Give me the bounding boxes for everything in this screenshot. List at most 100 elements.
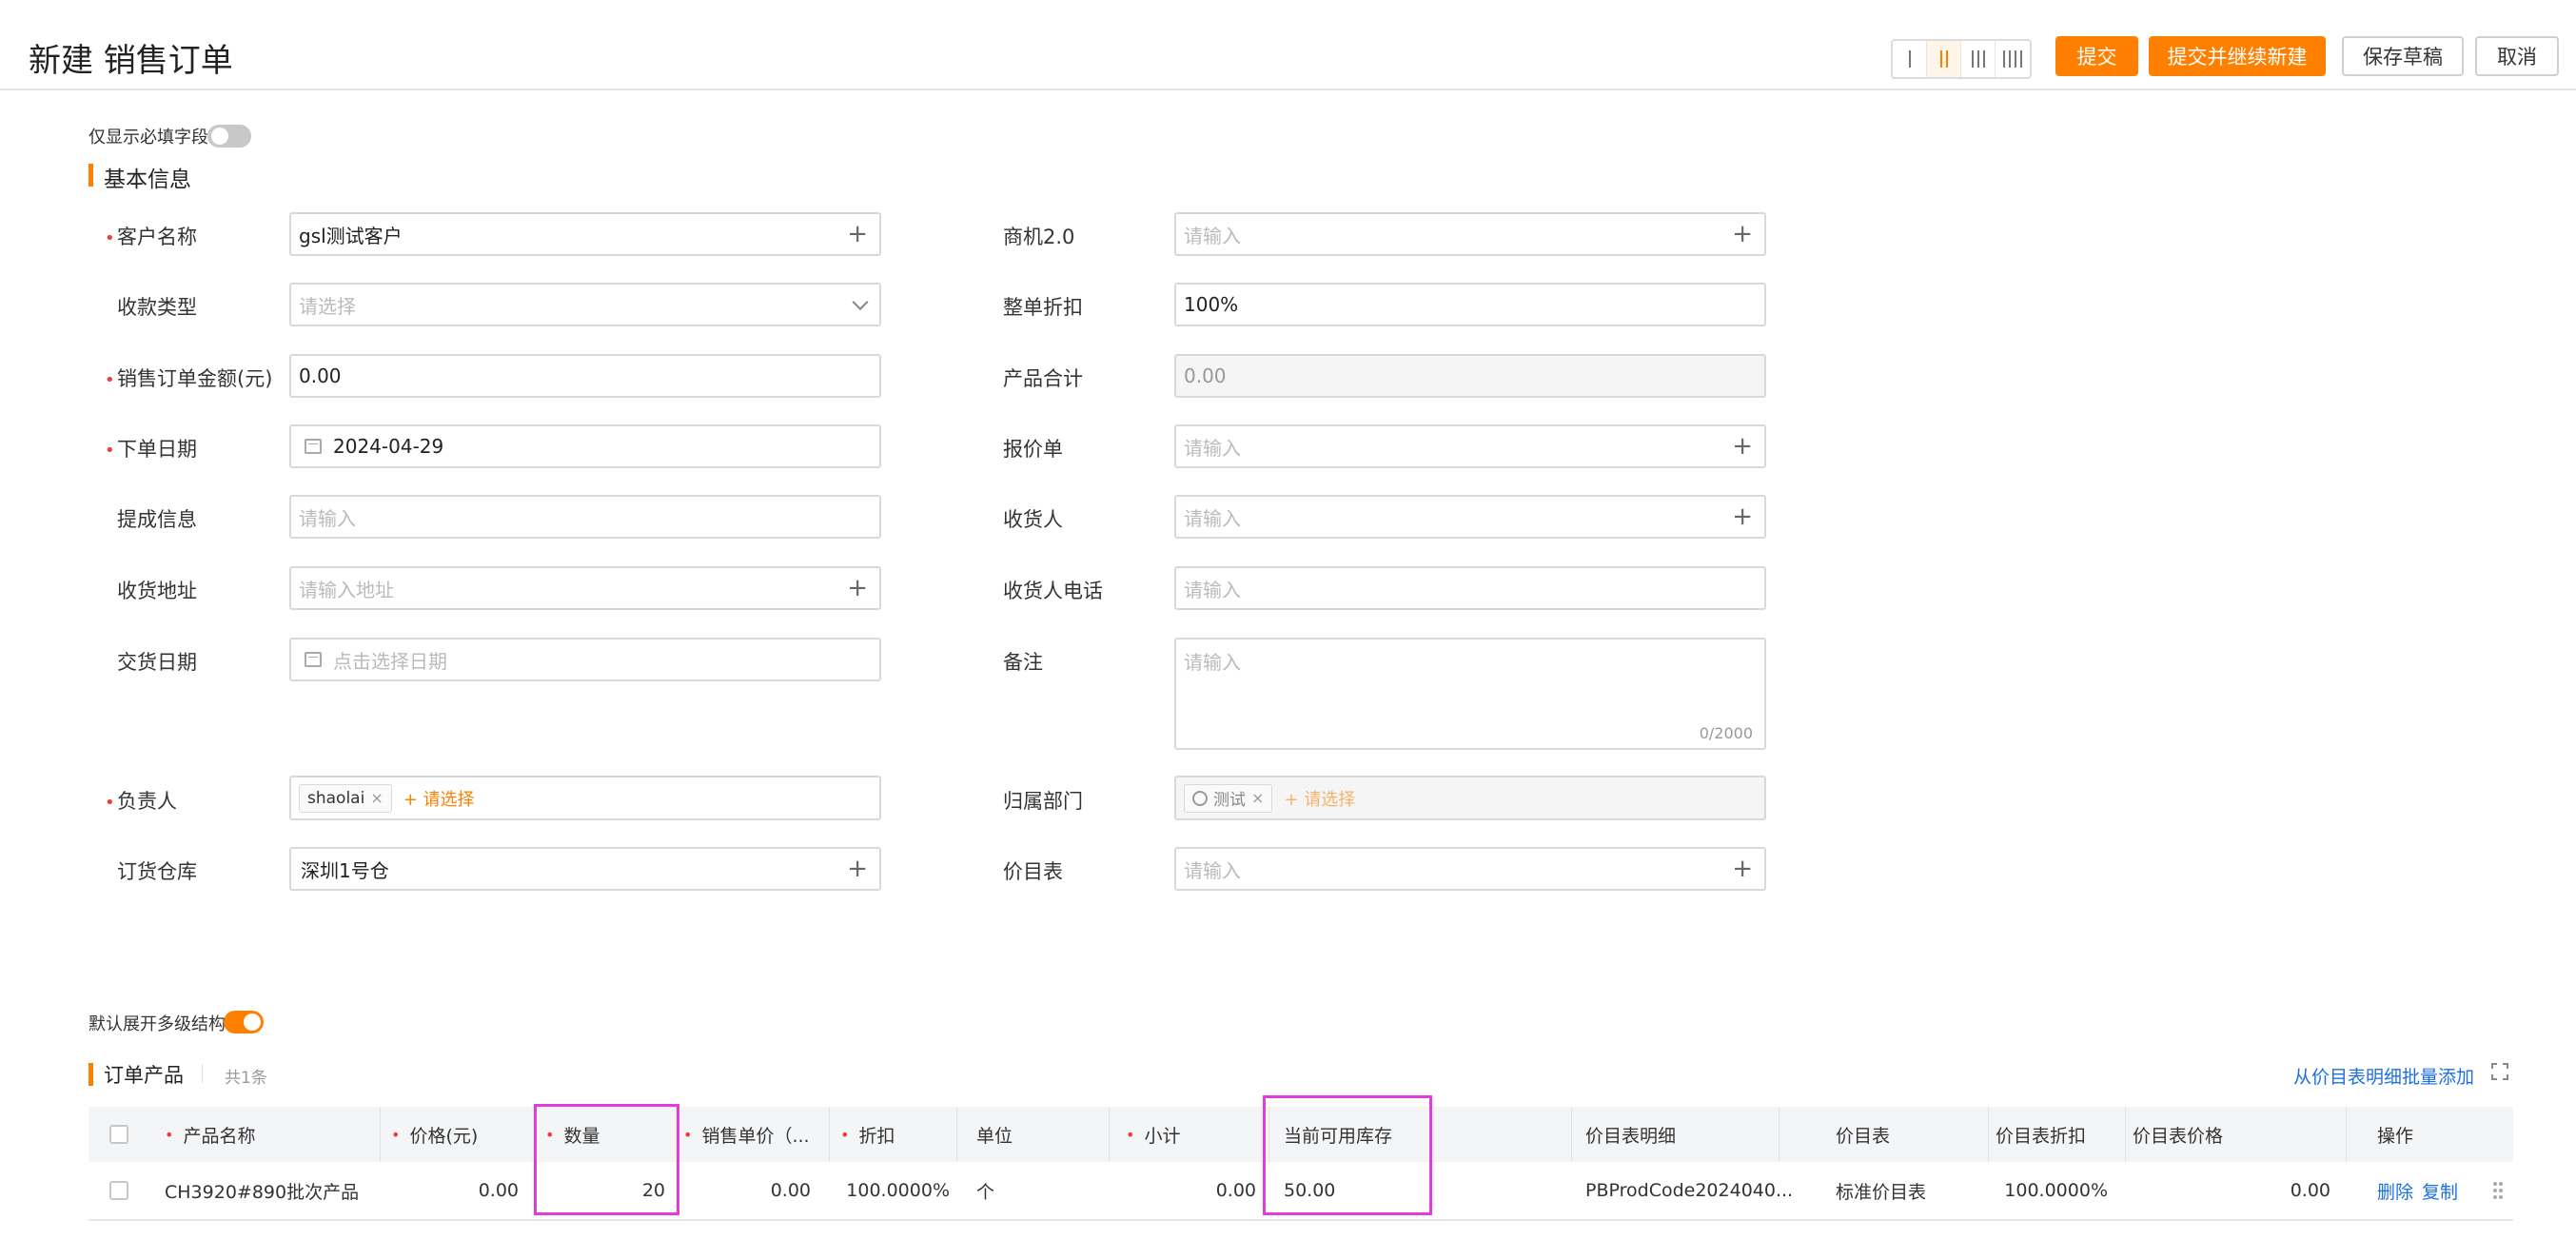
receiver-phone-placeholder: 请输入	[1184, 578, 1241, 601]
save-draft-button[interactable]: 保存草稿	[2342, 36, 2464, 76]
delivery-date-picker[interactable]: 点击选择日期	[289, 638, 881, 681]
multi-level-label: 默认展开多级结构	[88, 1014, 226, 1034]
col-divider	[2125, 1107, 2126, 1162]
discount-label: 整单折扣	[1003, 296, 1083, 319]
warehouse-label: 订货仓库	[117, 860, 197, 883]
opportunity-label: 商机2.0	[1003, 226, 1075, 248]
stock-highlight-box	[1263, 1095, 1432, 1215]
submit-button[interactable]: 提交	[2055, 36, 2138, 76]
products-title: 订单产品	[104, 1064, 184, 1087]
customer-label: 客户名称	[117, 226, 197, 248]
price-book-placeholder: 请输入	[1184, 858, 1241, 882]
multi-level-toggle[interactable]	[224, 1011, 264, 1033]
discount-value: 100%	[1184, 293, 1239, 316]
remark-textarea[interactable]: 请输入 0/2000	[1174, 638, 1766, 750]
select-all-cell	[109, 1107, 128, 1162]
receiver-phone-input[interactable]: 请输入	[1174, 566, 1766, 610]
qty-highlight-box	[534, 1104, 679, 1215]
payment-type-placeholder: 请选择	[299, 294, 356, 318]
ship-address-input[interactable]: 请输入地址 +	[289, 566, 881, 610]
row-checkbox[interactable]	[109, 1181, 128, 1200]
payment-type-select[interactable]: 请选择	[289, 283, 881, 326]
col-divider	[2346, 1107, 2347, 1162]
department-input: 测试 × + 请选择	[1174, 776, 1766, 820]
receiver-placeholder: 请输入	[1184, 506, 1241, 530]
divider	[202, 1064, 203, 1083]
plus-icon[interactable]: +	[1732, 504, 1753, 529]
col-name-label: 产品名称	[183, 1125, 256, 1147]
plus-icon[interactable]: +	[1732, 856, 1753, 881]
required-mark: •	[105, 370, 115, 390]
page-title: 新建 销售订单	[29, 42, 233, 80]
commission-label: 提成信息	[117, 508, 197, 531]
only-required-label: 仅显示必填字段	[88, 128, 208, 148]
cell-pb-detail: PBProdCode2024040...	[1585, 1180, 1794, 1201]
order-amount-value: 0.00	[299, 364, 342, 387]
price-book-input[interactable]: 请输入 +	[1174, 847, 1766, 891]
close-icon: ×	[1251, 789, 1265, 807]
order-date-picker[interactable]: 2024-04-29	[289, 424, 881, 468]
plus-icon[interactable]: +	[1732, 222, 1753, 246]
section-marker	[88, 1063, 93, 1086]
quote-label: 报价单	[1003, 438, 1063, 461]
cell-name[interactable]: CH3920#890批次产品	[165, 1162, 359, 1219]
required-mark: •	[105, 793, 115, 813]
warehouse-value: 深圳1号仓	[301, 858, 389, 882]
commission-input[interactable]: 请输入	[289, 495, 881, 539]
cell-unit: 个	[976, 1181, 995, 1203]
plus-icon[interactable]: +	[847, 856, 868, 881]
col-pb-discount: 价目表折扣	[1996, 1107, 2086, 1162]
row-select-cell	[109, 1162, 128, 1219]
col-divider	[956, 1107, 957, 1162]
col-unit: 单位	[976, 1107, 1013, 1162]
col-divider	[1109, 1107, 1110, 1162]
customer-value: gsl测试客户	[299, 224, 403, 247]
row-delete-link[interactable]: 删除	[2377, 1162, 2413, 1219]
plus-icon[interactable]: +	[847, 576, 868, 600]
col-pb-label: 价目表	[1836, 1125, 1891, 1147]
order-amount-label: 销售订单金额(元)	[117, 367, 273, 390]
remark-counter: 0/2000	[1699, 724, 1753, 742]
col-divider	[1779, 1107, 1780, 1162]
col-divider	[380, 1107, 381, 1162]
cell-discount[interactable]: 100.0000%	[829, 1162, 950, 1219]
products-count: 共1条	[225, 1069, 267, 1088]
layout-3-column-button[interactable]	[1961, 41, 1996, 77]
owner-add-link[interactable]: + 请选择	[403, 786, 475, 811]
department-add-link: + 请选择	[1284, 789, 1356, 810]
layout-2-column-button[interactable]	[1927, 41, 1961, 77]
commission-placeholder: 请输入	[299, 506, 356, 530]
batch-add-link[interactable]: 从价目表明细批量添加	[2293, 1063, 2474, 1089]
close-icon[interactable]: ×	[370, 789, 383, 807]
plus-icon[interactable]: +	[847, 222, 868, 246]
customer-input[interactable]: gsl测试客户 +	[289, 212, 881, 256]
warehouse-input[interactable]: 深圳1号仓 +	[289, 847, 881, 891]
order-amount-input[interactable]: 0.00	[289, 354, 881, 398]
cell-price[interactable]: 0.00	[380, 1162, 519, 1219]
col-unit-price: • 销售单价（...	[683, 1107, 810, 1162]
col-unit-price-label: 销售单价（...	[701, 1125, 810, 1147]
col-price-label: 价格(元)	[409, 1125, 479, 1147]
fullscreen-icon[interactable]	[2491, 1063, 2508, 1080]
discount-input[interactable]: 100%	[1174, 283, 1766, 326]
cell-unit-price[interactable]: 0.00	[678, 1162, 811, 1219]
layout-4-column-button[interactable]	[1996, 41, 2030, 77]
opportunity-input[interactable]: 请输入 +	[1174, 212, 1766, 256]
quote-input[interactable]: 请输入 +	[1174, 424, 1766, 468]
receiver-input[interactable]: 请输入 +	[1174, 495, 1766, 539]
only-required-toggle[interactable]	[207, 125, 251, 148]
row-copy-link[interactable]: 复制	[2422, 1162, 2458, 1219]
product-total-label: 产品合计	[1003, 367, 1083, 390]
col-name: • 产品名称	[165, 1107, 255, 1162]
owner-tag: shaolai ×	[299, 783, 392, 813]
select-all-checkbox[interactable]	[109, 1125, 128, 1144]
cancel-button[interactable]: 取消	[2475, 36, 2559, 76]
plus-icon[interactable]: +	[1732, 434, 1753, 459]
product-total-field: 0.00	[1174, 354, 1766, 398]
owner-input[interactable]: shaolai × + 请选择	[289, 776, 881, 820]
drag-handle-icon[interactable]	[2492, 1162, 2504, 1219]
ship-address-label: 收货地址	[117, 580, 197, 602]
remark-label: 备注	[1003, 651, 1043, 674]
submit-and-new-button[interactable]: 提交并继续新建	[2149, 36, 2326, 76]
layout-1-column-button[interactable]	[1893, 41, 1927, 77]
